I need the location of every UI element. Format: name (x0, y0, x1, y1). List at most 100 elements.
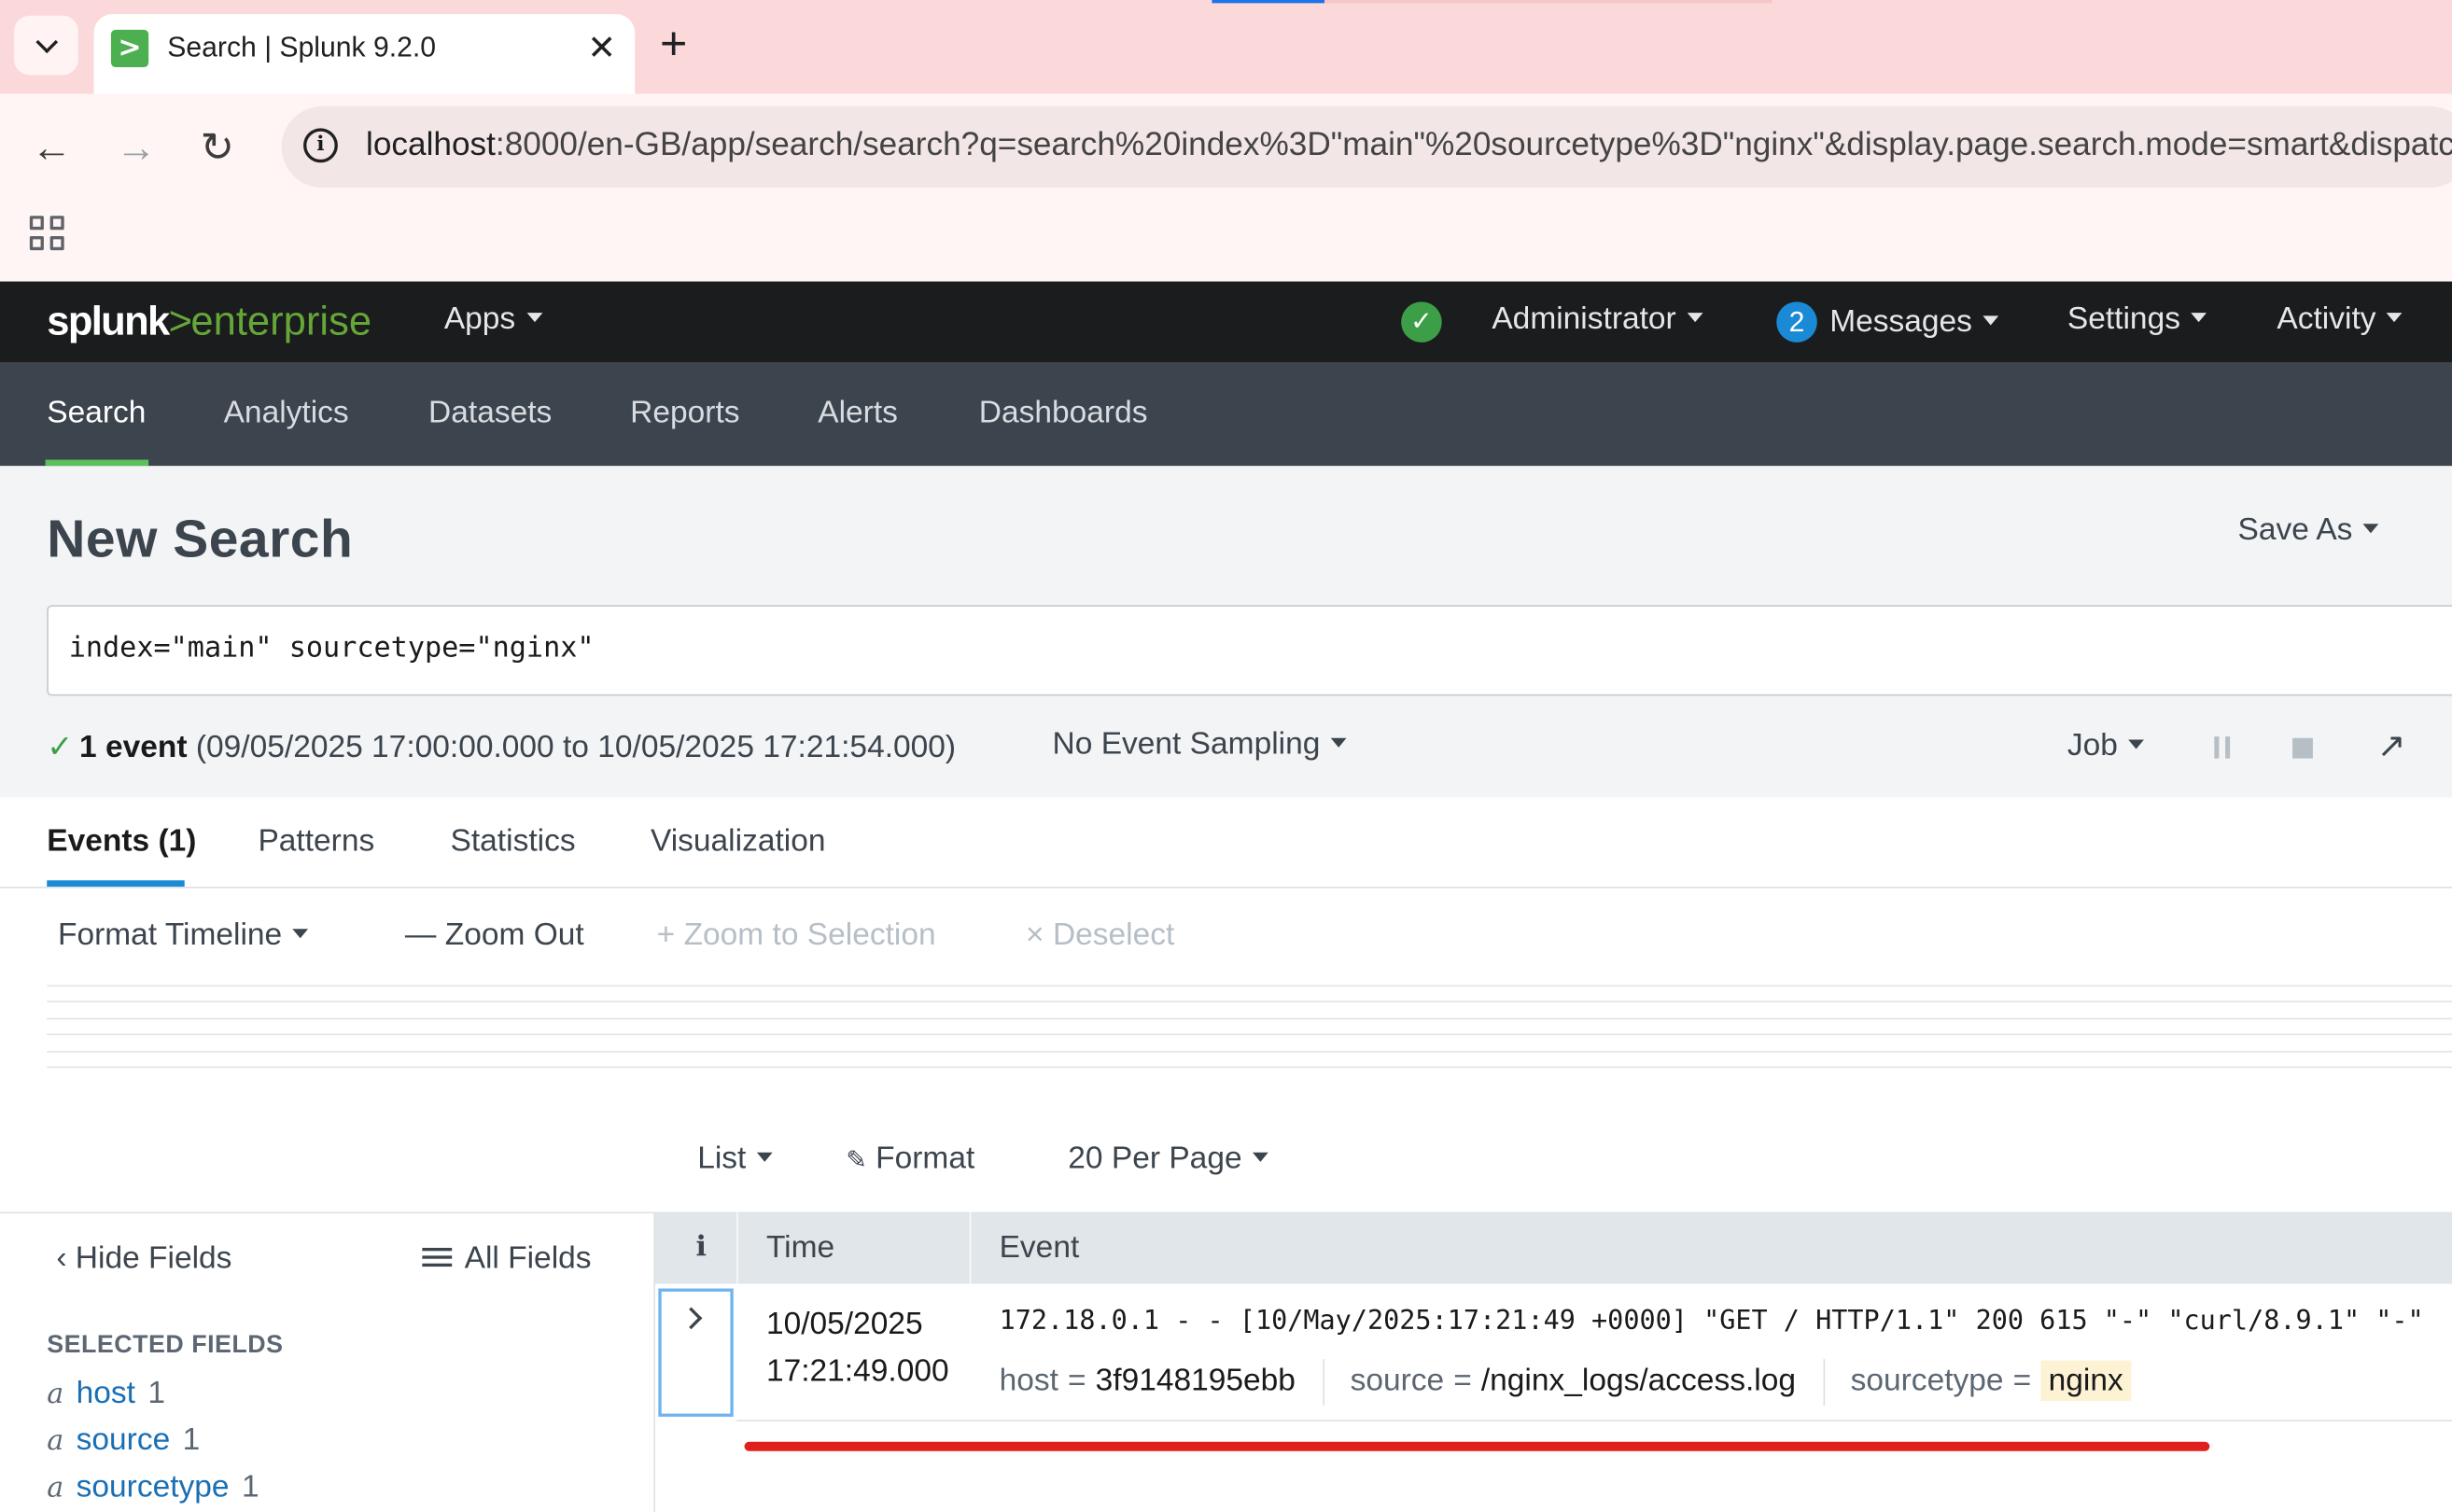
column-divider (969, 1211, 972, 1284)
new-tab-button[interactable]: + (660, 19, 687, 72)
nav-search[interactable]: Search (47, 396, 146, 432)
apps-menu-label: Apps (443, 301, 516, 337)
tab-patterns[interactable]: Patterns (258, 824, 374, 861)
caret-down-icon (2191, 312, 2207, 322)
caret-down-icon (2363, 523, 2379, 533)
nav-analytics[interactable]: Analytics (224, 396, 349, 432)
format-timeline-label: Format Timeline (57, 917, 283, 953)
field-type-icon: a (47, 1424, 64, 1458)
event-count: 1 event (79, 730, 188, 765)
field-value: 3f9148195ebb (1095, 1364, 1296, 1399)
event-time[interactable]: 10/05/2025 17:21:49.000 (766, 1301, 949, 1395)
nav-dashboards[interactable]: Dashboards (979, 396, 1148, 432)
field-separator (1324, 1358, 1325, 1407)
event-field-host[interactable]: host = 3f9148195ebb (1000, 1364, 1296, 1398)
close-tab-icon[interactable]: ✕ (587, 28, 616, 69)
nav-reports[interactable]: Reports (630, 396, 739, 432)
reload-icon[interactable]: ↻ (200, 125, 234, 169)
url-path: :8000/en-GB/app/search/search?q=search%2… (495, 126, 2452, 163)
apps-menu[interactable]: Apps (444, 301, 542, 338)
zoom-out-button[interactable]: — Zoom Out (405, 917, 584, 954)
timeline-toolbar: Format Timeline — Zoom Out + Zoom to Sel… (0, 889, 2452, 986)
browser-tab-strip: > Search | Splunk 9.2.0 ✕ + (0, 0, 2452, 94)
event-field-sourcetype[interactable]: sourcetype = nginx (1851, 1361, 2132, 1402)
hide-fields-button[interactable]: ‹ Hide Fields (56, 1241, 231, 1278)
chevron-right-icon (680, 1307, 703, 1330)
field-sourcetype[interactable]: a sourcetype 1 (47, 1470, 259, 1506)
column-divider (736, 1211, 738, 1284)
job-menu[interactable]: Job (2067, 729, 2145, 765)
forward-arrow-icon[interactable]: → (116, 125, 157, 169)
row-divider (736, 1420, 2452, 1421)
expand-event-button[interactable] (658, 1288, 734, 1417)
active-nav-indicator (45, 459, 149, 467)
settings-menu[interactable]: Settings (2067, 301, 2207, 338)
minus-icon: — (404, 917, 437, 953)
caret-down-icon (1687, 312, 1703, 322)
app-navigation-bar: Search Analytics Datasets Reports Alerts… (0, 362, 2452, 467)
field-count: 1 (241, 1469, 259, 1505)
splunk-enterprise-logo[interactable]: splunk>enterprise (47, 297, 371, 345)
format-button[interactable]: ✎ Format (846, 1141, 974, 1178)
field-type-icon: a (47, 1471, 64, 1505)
tab-statistics[interactable]: Statistics (451, 824, 576, 861)
activity-menu[interactable]: Activity (2277, 301, 2403, 338)
url-host: localhost (366, 126, 496, 163)
events-table: i Time Event 10/05/2025 17:21:49.000 172.… (654, 1211, 2452, 1512)
search-query-input[interactable]: index="main" sourcetype="nginx" (47, 605, 2452, 696)
page-title: New Search (47, 510, 354, 569)
apps-grid-icon[interactable] (29, 216, 64, 251)
caret-down-icon (757, 1152, 773, 1162)
check-circle-icon[interactable]: ✓ (1401, 301, 1442, 343)
field-host[interactable]: a host 1 (47, 1376, 165, 1412)
event-field-summary: host = 3f9148195ebb source =/nginx_logs/acce… (1000, 1358, 2132, 1407)
deselect-button[interactable]: × Deselect (1026, 917, 1174, 954)
messages-menu[interactable]: 2 Messages (1776, 301, 1999, 343)
address-bar[interactable]: i localhost:8000/en-GB/app/search/search… (281, 105, 2452, 189)
list-view-menu[interactable]: List (697, 1141, 773, 1178)
x-icon: × (1026, 917, 1044, 953)
job-label: Job (2067, 728, 2118, 763)
pause-icon[interactable] (2211, 736, 2233, 759)
event-date: 10/05/2025 (765, 1307, 923, 1342)
per-page-menu[interactable]: 20 Per Page (1068, 1141, 1269, 1178)
per-page-label: 20 Per Page (1068, 1141, 1242, 1176)
browser-toolbar: ← → ↻ i localhost:8000/en-GB/app/search/… (0, 93, 2452, 201)
format-timeline-menu[interactable]: Format Timeline (58, 917, 309, 954)
site-info-icon[interactable]: i (303, 128, 338, 163)
timeline-gridline (47, 1033, 2452, 1036)
save-as-menu[interactable]: Save As (2237, 512, 2379, 550)
field-count: 1 (147, 1376, 166, 1411)
zoom-to-selection-button[interactable]: + Zoom to Selection (657, 917, 936, 954)
nav-alerts[interactable]: Alerts (818, 396, 898, 432)
field-source[interactable]: a source 1 (47, 1423, 200, 1460)
event-field-source[interactable]: source =/nginx_logs/access.log (1351, 1364, 1796, 1398)
tab-visualization[interactable]: Visualization (651, 824, 826, 861)
selected-fields-header: SELECTED FIELDS (47, 1332, 284, 1359)
field-separator (1824, 1358, 1826, 1407)
browser-tab[interactable]: > Search | Splunk 9.2.0 ✕ (93, 14, 636, 94)
time-column-header[interactable]: Time (766, 1211, 834, 1283)
back-arrow-icon[interactable]: ← (32, 125, 73, 169)
address-url[interactable]: localhost:8000/en-GB/app/search/search?q… (366, 127, 2452, 164)
event-raw-text[interactable]: 172.18.0.1 - - [10/May/2025:17:21:49 +00… (1000, 1306, 2424, 1337)
caret-down-icon (1253, 1152, 1269, 1162)
result-tabs: Events (1) Patterns Statistics Visualiza… (0, 797, 2452, 889)
all-fields-button[interactable]: All Fields (422, 1241, 592, 1278)
save-as-label: Save As (2237, 512, 2353, 548)
nav-datasets[interactable]: Datasets (428, 396, 552, 432)
share-icon[interactable]: ↗ (2377, 725, 2406, 766)
stop-icon[interactable] (2292, 737, 2313, 759)
event-sampling-menu[interactable]: No Event Sampling (1053, 727, 1347, 763)
event-clock: 17:21:49.000 (765, 1353, 949, 1389)
tab-list-button[interactable] (14, 15, 78, 76)
caret-down-icon (1983, 315, 1999, 326)
plus-icon: + (656, 917, 676, 953)
pencil-icon: ✎ (846, 1147, 867, 1175)
field-value: /nginx_logs/access.log (1480, 1364, 1796, 1399)
administrator-menu[interactable]: Administrator (1492, 301, 1703, 338)
tab-events[interactable]: Events (1) (47, 824, 196, 861)
page-load-indicator (1212, 0, 1325, 4)
deselect-label: Deselect (1052, 917, 1175, 953)
browser-tab-title: Search | Splunk 9.2.0 (167, 31, 437, 63)
